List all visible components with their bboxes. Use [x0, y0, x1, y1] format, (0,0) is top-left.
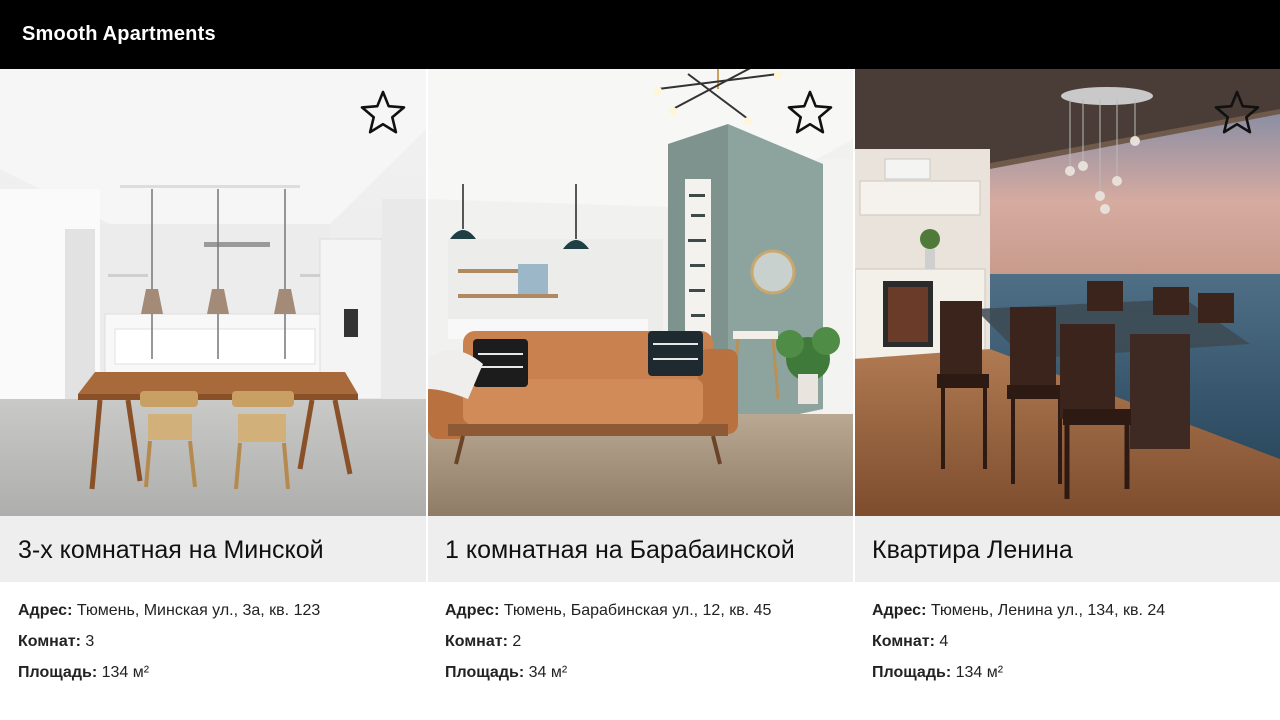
- address-row: Адрес: Тюмень, Ленина ул., 134, кв. 24: [872, 599, 1165, 630]
- rooms-label: Комнат:: [872, 633, 935, 650]
- listing-details: Адрес: Тюмень, Минская ул., 3а, кв. 123 …: [18, 599, 320, 692]
- area-label: Площадь:: [18, 664, 98, 681]
- star-outline-icon[interactable]: [786, 89, 834, 137]
- header-bar: Smooth Apartments: [0, 0, 1280, 69]
- rooms-value: 3: [85, 633, 95, 650]
- area-row: Площадь: 134 м²: [18, 661, 320, 692]
- area-value: 134 м²: [101, 664, 150, 681]
- address-row: Адрес: Тюмень, Барабинская ул., 12, кв. …: [445, 599, 771, 630]
- brand-title[interactable]: Smooth Apartments: [22, 22, 216, 46]
- rooms-row: Комнат: 3: [18, 630, 320, 661]
- rooms-value: 2: [512, 633, 522, 650]
- listing-title[interactable]: Квартира Ленина: [872, 535, 1073, 565]
- listing-photo[interactable]: [855, 69, 1280, 516]
- listing-title[interactable]: 3-х комнатная на Минской: [18, 535, 324, 565]
- listing-title-band: 1 комнатная на Барабаинской: [428, 516, 853, 582]
- star-outline-icon[interactable]: [359, 89, 407, 137]
- rooms-value: 4: [939, 633, 949, 650]
- listing-details: Адрес: Тюмень, Ленина ул., 134, кв. 24 К…: [872, 599, 1165, 692]
- star-outline-icon[interactable]: [1213, 89, 1261, 137]
- listing-title[interactable]: 1 комнатная на Барабаинской: [445, 535, 795, 565]
- area-row: Площадь: 134 м²: [872, 661, 1165, 692]
- rooms-row: Комнат: 2: [445, 630, 771, 661]
- area-row: Площадь: 34 м²: [445, 661, 771, 692]
- rooms-label: Комнат:: [18, 633, 81, 650]
- listing-details: Адрес: Тюмень, Барабинская ул., 12, кв. …: [445, 599, 771, 692]
- listing-card[interactable]: 1 комнатная на Барабаинской Адрес: Тюмен…: [428, 69, 853, 720]
- address-value: Тюмень, Ленина ул., 134, кв. 24: [930, 602, 1166, 619]
- address-label: Адрес:: [445, 602, 500, 619]
- listing-photo[interactable]: [0, 69, 426, 516]
- address-label: Адрес:: [18, 602, 73, 619]
- area-label: Площадь:: [445, 664, 525, 681]
- area-value: 34 м²: [528, 664, 568, 681]
- listings-grid: 3-х комнатная на Минской Адрес: Тюмень, …: [0, 69, 1280, 720]
- rooms-row: Комнат: 4: [872, 630, 1165, 661]
- listing-title-band: Квартира Ленина: [855, 516, 1280, 582]
- address-value: Тюмень, Барабинская ул., 12, кв. 45: [503, 602, 772, 619]
- listing-card[interactable]: Квартира Ленина Адрес: Тюмень, Ленина ул…: [855, 69, 1280, 720]
- address-label: Адрес:: [872, 602, 927, 619]
- address-value: Тюмень, Минская ул., 3а, кв. 123: [76, 602, 321, 619]
- rooms-label: Комнат:: [445, 633, 508, 650]
- area-label: Площадь:: [872, 664, 952, 681]
- listing-photo[interactable]: [428, 69, 853, 516]
- area-value: 134 м²: [955, 664, 1004, 681]
- listing-card[interactable]: 3-х комнатная на Минской Адрес: Тюмень, …: [0, 69, 426, 720]
- address-row: Адрес: Тюмень, Минская ул., 3а, кв. 123: [18, 599, 320, 630]
- listing-title-band: 3-х комнатная на Минской: [0, 516, 426, 582]
